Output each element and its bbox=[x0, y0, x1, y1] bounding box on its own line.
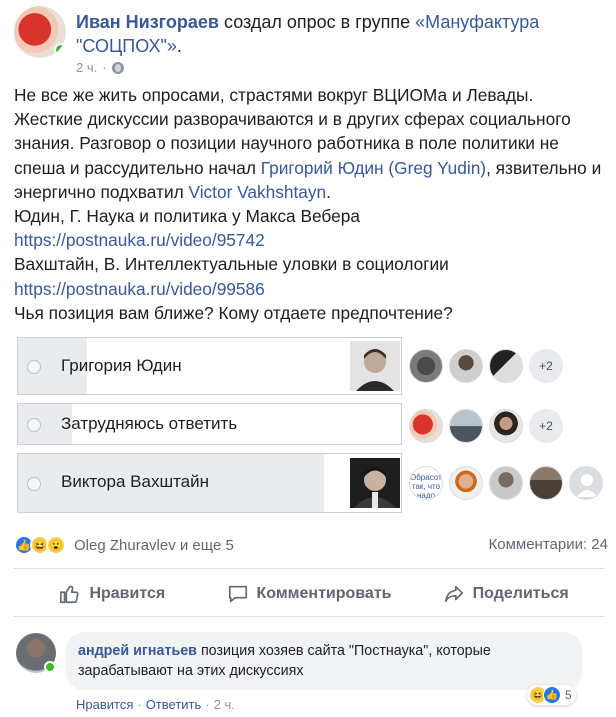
comment-actions: Нравится · Ответить · 2 ч. bbox=[76, 697, 235, 712]
divider bbox=[14, 616, 604, 617]
post-header: Иван Низгораев создал опрос в группе «Ма… bbox=[14, 6, 604, 76]
like-button[interactable]: Нравится bbox=[14, 576, 211, 612]
share-label: Поделиться bbox=[472, 585, 569, 602]
comment-label: Комментировать bbox=[256, 585, 392, 602]
separator-dot: · bbox=[137, 697, 142, 712]
author-name-link[interactable]: Иван Низгораев bbox=[76, 12, 219, 32]
poll-voters: +2 bbox=[409, 409, 563, 443]
poll-radio[interactable] bbox=[27, 360, 41, 374]
voter-avatar[interactable] bbox=[449, 349, 483, 383]
author-avatar[interactable] bbox=[14, 6, 66, 58]
voter-avatar[interactable] bbox=[449, 466, 483, 500]
mention-link-yudin[interactable]: Григорий Юдин (Greg Yudin) bbox=[261, 158, 486, 178]
voter-avatar[interactable] bbox=[449, 409, 483, 443]
post-body: Не все же жить опросами, страстями вокру… bbox=[14, 83, 604, 325]
post-meta: 2 ч. · bbox=[76, 60, 124, 75]
comment-reactions-count: 5 bbox=[565, 688, 572, 702]
voter-avatar[interactable] bbox=[409, 409, 443, 443]
reference-line-2: Вахштайн, В. Интеллектуальные уловки в с… bbox=[14, 254, 449, 275]
voter-avatar[interactable] bbox=[489, 466, 523, 500]
voter-avatar[interactable]: Обрасоть так, что надо обрасоть bbox=[409, 466, 443, 500]
online-status-icon bbox=[54, 43, 66, 57]
commenter-avatar[interactable] bbox=[16, 633, 56, 673]
thumbs-up-icon bbox=[60, 585, 79, 604]
url-link-1[interactable]: https://postnauka.ru/video/95742 bbox=[14, 230, 265, 250]
separator-dot: · bbox=[205, 697, 210, 712]
comment-reactions[interactable]: 😆 👍 5 bbox=[527, 685, 576, 705]
more-voters-badge[interactable]: +2 bbox=[529, 409, 563, 443]
wow-reaction-icon: 😮 bbox=[46, 535, 66, 555]
comment-button[interactable]: Комментировать bbox=[211, 576, 408, 612]
poll-radio[interactable] bbox=[27, 477, 41, 491]
comment-reply-link[interactable]: Ответить bbox=[146, 697, 202, 712]
voter-avatar-caption: Обрасоть так, что надо обрасоть bbox=[410, 473, 443, 500]
share-button[interactable]: Поделиться bbox=[407, 576, 604, 612]
globe-icon[interactable] bbox=[111, 61, 124, 74]
headline-period: . bbox=[176, 36, 182, 56]
post-headline: Иван Низгораев создал опрос в группе «Ма… bbox=[76, 10, 601, 58]
poll-question: Чья позиция вам ближе? Кому отдаете пред… bbox=[14, 302, 453, 323]
poll-radio[interactable] bbox=[27, 418, 41, 432]
comment-bubble: андрей игнатьев позиция хозяев сайта "По… bbox=[66, 632, 582, 690]
voter-avatar[interactable] bbox=[409, 349, 443, 383]
divider bbox=[14, 568, 604, 569]
meta-separator: · bbox=[102, 60, 107, 75]
commenter-name-link[interactable]: андрей игнатьев bbox=[78, 643, 197, 659]
reactors-names[interactable]: Oleg Zhuravlev и еще 5 bbox=[74, 537, 234, 554]
voter-avatar[interactable] bbox=[489, 409, 523, 443]
voter-avatar[interactable] bbox=[529, 466, 563, 500]
reactions-summary[interactable]: 👍 😆 😮 Oleg Zhuravlev и еще 5 bbox=[14, 535, 234, 555]
headline-action-text: создал опрос в группе bbox=[219, 12, 416, 32]
voter-avatar[interactable] bbox=[489, 349, 523, 383]
mention-link-vakhshtayn[interactable]: Victor Vakhshtayn bbox=[188, 182, 326, 202]
post-paragraph-end: . bbox=[326, 181, 331, 202]
poll-option-label: Григория Юдин bbox=[61, 356, 182, 375]
comment-like-link[interactable]: Нравится bbox=[76, 697, 133, 712]
like-reaction-icon: 👍 bbox=[543, 686, 561, 704]
reference-line-1: Юдин, Г. Наука и политика у Макса Вебера bbox=[14, 206, 360, 227]
candidate-photo bbox=[350, 458, 400, 508]
post-timestamp[interactable]: 2 ч. bbox=[76, 60, 97, 75]
poll-option-yudin[interactable]: Григория Юдин bbox=[17, 337, 402, 395]
like-label: Нравится bbox=[89, 585, 166, 602]
post-action-bar: Нравится Комментировать Поделиться bbox=[14, 576, 604, 612]
poll-voters: +2 bbox=[409, 349, 563, 383]
poll-option-undecided[interactable]: Затрудняюсь ответить bbox=[17, 403, 402, 445]
poll-option-label: Затрудняюсь ответить bbox=[61, 414, 238, 433]
share-arrow-icon bbox=[444, 585, 463, 603]
url-link-2[interactable]: https://postnauka.ru/video/99586 bbox=[14, 279, 265, 299]
comments-count-link[interactable]: Комментарии: 24 bbox=[489, 536, 609, 553]
poll-option-vakhshtayn[interactable]: Виктора Вахштайн bbox=[17, 453, 402, 513]
default-user-icon[interactable] bbox=[569, 466, 603, 500]
poll-option-label: Виктора Вахштайн bbox=[61, 472, 210, 491]
comment-timestamp[interactable]: 2 ч. bbox=[214, 697, 235, 712]
online-status-icon bbox=[44, 661, 56, 673]
poll-voters: Обрасоть так, что надо обрасоть bbox=[409, 466, 603, 500]
candidate-photo bbox=[350, 341, 400, 391]
more-voters-badge[interactable]: +2 bbox=[529, 349, 563, 383]
comment-icon bbox=[228, 585, 247, 603]
